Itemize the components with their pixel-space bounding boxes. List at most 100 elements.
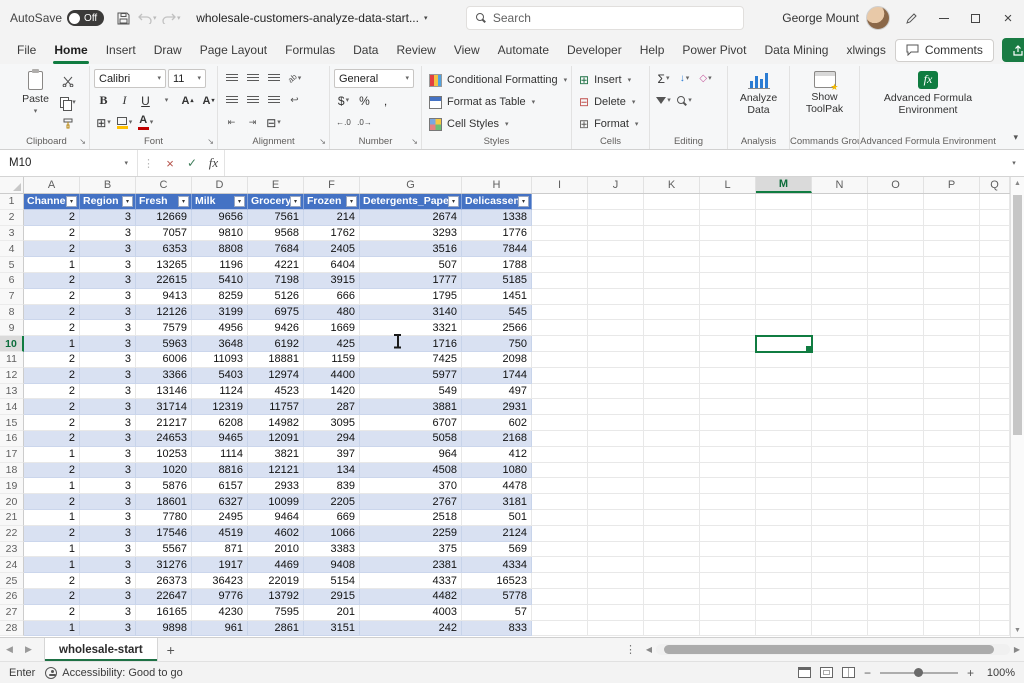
cell-B5[interactable]: 3 [80, 257, 136, 273]
borders-button[interactable]: ⊞▾ [94, 113, 113, 132]
cell-C8[interactable]: 12126 [136, 305, 192, 321]
cell-Q1[interactable] [980, 194, 1010, 210]
cell-N1[interactable] [812, 194, 868, 210]
row-header-26[interactable]: 26 [0, 589, 24, 605]
cell-I4[interactable] [532, 241, 588, 257]
filter-dropdown-delicassen[interactable]: ▾ [518, 196, 529, 207]
cell-I9[interactable] [532, 320, 588, 336]
sort-filter-button[interactable]: ▾ [654, 91, 673, 110]
cell-E3[interactable]: 9568 [248, 226, 304, 242]
cell-K16[interactable] [644, 431, 700, 447]
cell-I3[interactable] [532, 226, 588, 242]
page-layout-view-button[interactable] [820, 667, 833, 678]
cell-M9[interactable] [756, 320, 812, 336]
cell-M25[interactable] [756, 573, 812, 589]
comma-button[interactable]: , [376, 91, 395, 110]
cell-J19[interactable] [588, 478, 644, 494]
cell-G14[interactable]: 3881 [360, 399, 462, 415]
filter-dropdown-channel[interactable]: ▾ [66, 196, 77, 207]
cell-M18[interactable] [756, 463, 812, 479]
cell-J1[interactable] [588, 194, 644, 210]
column-header-K[interactable]: K [644, 177, 700, 193]
cell-Q25[interactable] [980, 573, 1010, 589]
cell-L23[interactable] [700, 542, 756, 558]
cell-B23[interactable]: 3 [80, 542, 136, 558]
zoom-slider-knob[interactable] [914, 668, 923, 677]
cell-K15[interactable] [644, 415, 700, 431]
scroll-left-icon[interactable]: ◀ [642, 645, 656, 654]
number-format-select[interactable]: General▾ [334, 69, 414, 88]
cell-M2[interactable] [756, 210, 812, 226]
cell-E14[interactable]: 11757 [248, 399, 304, 415]
cell-E10[interactable]: 6192 [248, 336, 304, 352]
cell-B18[interactable]: 3 [80, 463, 136, 479]
cell-E16[interactable]: 12091 [248, 431, 304, 447]
cell-I27[interactable] [532, 605, 588, 621]
cell-P15[interactable] [924, 415, 980, 431]
cell-B15[interactable]: 3 [80, 415, 136, 431]
column-header-F[interactable]: F [304, 177, 360, 193]
cell-O27[interactable] [868, 605, 924, 621]
cell-G18[interactable]: 4508 [360, 463, 462, 479]
decrease-font-button[interactable]: A▾ [199, 91, 218, 110]
cell-M26[interactable] [756, 589, 812, 605]
cell-M20[interactable] [756, 494, 812, 510]
cell-K27[interactable] [644, 605, 700, 621]
cell-I18[interactable] [532, 463, 588, 479]
cell-K19[interactable] [644, 478, 700, 494]
page-break-view-button[interactable] [842, 667, 855, 678]
cell-C15[interactable]: 21217 [136, 415, 192, 431]
cell-M8[interactable] [756, 305, 812, 321]
cell-J23[interactable] [588, 542, 644, 558]
cell-Q17[interactable] [980, 447, 1010, 463]
cell-H27[interactable]: 57 [462, 605, 532, 621]
cell-H10[interactable]: 750 [462, 336, 532, 352]
cell-P12[interactable] [924, 368, 980, 384]
cell-I25[interactable] [532, 573, 588, 589]
cell-A14[interactable]: 2 [24, 399, 80, 415]
cell-I8[interactable] [532, 305, 588, 321]
tab-draw[interactable]: Draw [145, 38, 191, 62]
cell-I11[interactable] [532, 352, 588, 368]
cell-J20[interactable] [588, 494, 644, 510]
tab-help[interactable]: Help [631, 38, 674, 62]
cell-J21[interactable] [588, 510, 644, 526]
cell-L22[interactable] [700, 526, 756, 542]
cell-B12[interactable]: 3 [80, 368, 136, 384]
orientation-button[interactable]: ab▾ [285, 69, 304, 88]
selected-cell-M10[interactable] [756, 336, 812, 352]
cell-H23[interactable]: 569 [462, 542, 532, 558]
cell-B2[interactable]: 3 [80, 210, 136, 226]
alignment-dialog-launcher[interactable]: ↘ [319, 138, 326, 146]
cell-J14[interactable] [588, 399, 644, 415]
cell-P9[interactable] [924, 320, 980, 336]
cell-N3[interactable] [812, 226, 868, 242]
cell-E9[interactable]: 9426 [248, 320, 304, 336]
cell-K24[interactable] [644, 557, 700, 573]
row-header-20[interactable]: 20 [0, 494, 24, 510]
redo-button[interactable]: ▾ [160, 6, 182, 30]
filter-dropdown-region[interactable]: ▾ [122, 196, 133, 207]
increase-font-button[interactable]: A▴ [178, 91, 197, 110]
cell-C21[interactable]: 7780 [136, 510, 192, 526]
cell-B7[interactable]: 3 [80, 289, 136, 305]
cell-Q26[interactable] [980, 589, 1010, 605]
cell-E27[interactable]: 7595 [248, 605, 304, 621]
cell-N22[interactable] [812, 526, 868, 542]
cell-Q7[interactable] [980, 289, 1010, 305]
cell-H18[interactable]: 1080 [462, 463, 532, 479]
cell-J13[interactable] [588, 384, 644, 400]
cell-D25[interactable]: 36423 [192, 573, 248, 589]
row-header-17[interactable]: 17 [0, 447, 24, 463]
cell-K28[interactable] [644, 621, 700, 637]
cell-L1[interactable] [700, 194, 756, 210]
cell-J28[interactable] [588, 621, 644, 637]
styles-item-format-as-table[interactable]: Format as Table▾ [426, 92, 570, 112]
cell-D10[interactable]: 3648 [192, 336, 248, 352]
cell-A25[interactable]: 2 [24, 573, 80, 589]
cell-M21[interactable] [756, 510, 812, 526]
cell-H7[interactable]: 1451 [462, 289, 532, 305]
cell-M4[interactable] [756, 241, 812, 257]
paste-button[interactable]: Paste ▾ [16, 68, 56, 115]
cell-D12[interactable]: 5403 [192, 368, 248, 384]
